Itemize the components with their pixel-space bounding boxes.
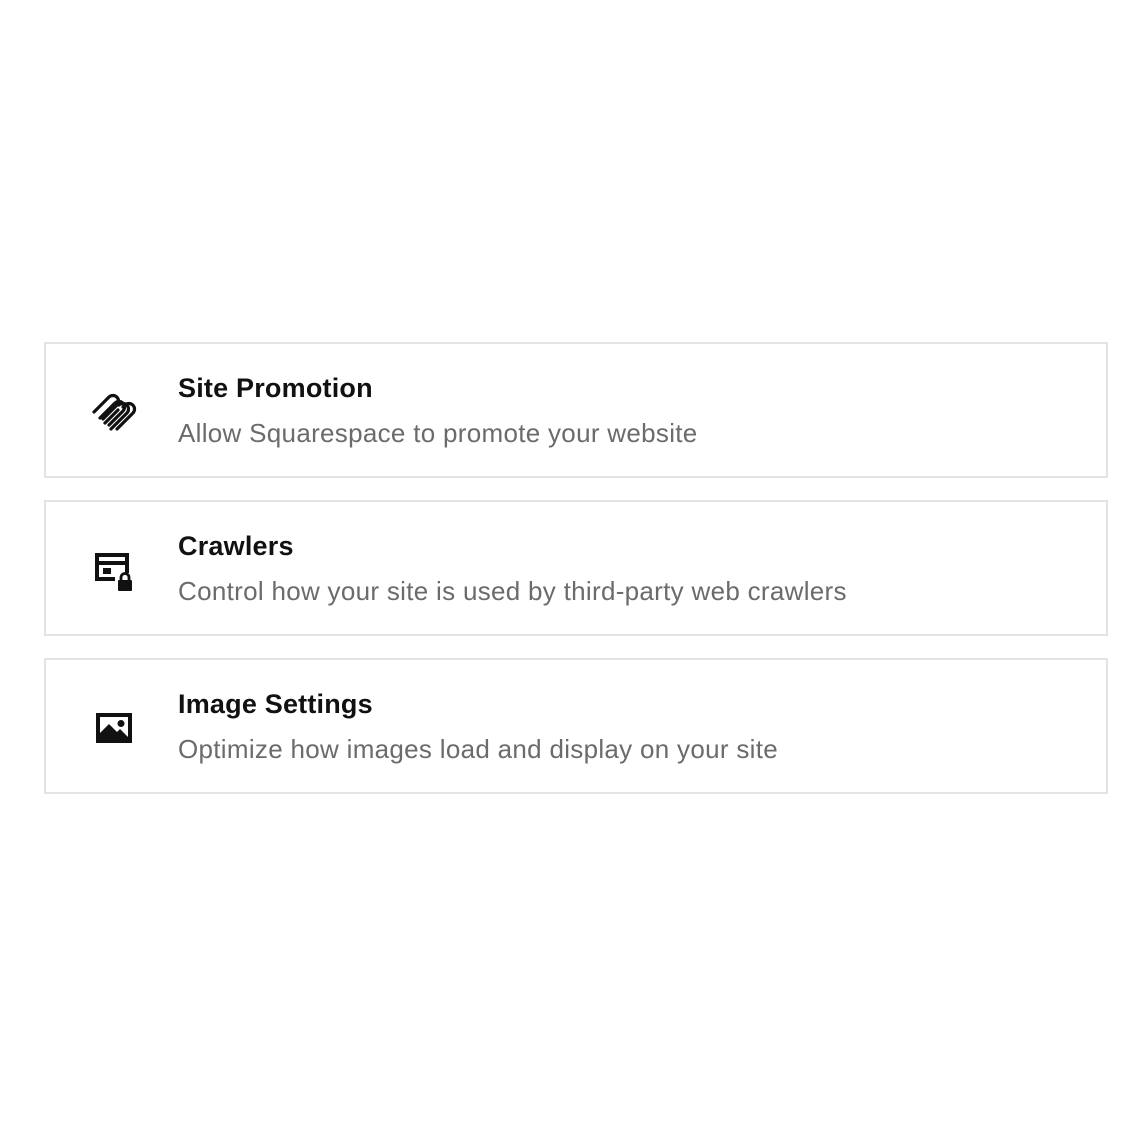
- settings-item-crawlers[interactable]: Crawlers Control how your site is used b…: [44, 500, 1108, 636]
- settings-item-title: Site Promotion: [178, 373, 373, 403]
- settings-item-site-promotion[interactable]: Site Promotion Allow Squarespace to prom…: [44, 342, 1108, 478]
- settings-item-description: Allow Squarespace to promote your websit…: [178, 418, 698, 448]
- settings-item-description: Control how your site is used by third-p…: [178, 576, 847, 606]
- settings-list: Site Promotion Allow Squarespace to prom…: [44, 342, 1108, 816]
- settings-item-title: Crawlers: [178, 531, 294, 561]
- settings-item-image-settings[interactable]: Image Settings Optimize how images load …: [44, 658, 1108, 794]
- squarespace-logo-icon: [90, 388, 138, 436]
- crawler-lock-icon: [90, 546, 138, 594]
- settings-item-description: Optimize how images load and display on …: [178, 734, 779, 764]
- image-icon: [90, 704, 138, 752]
- settings-item-title: Image Settings: [178, 689, 373, 719]
